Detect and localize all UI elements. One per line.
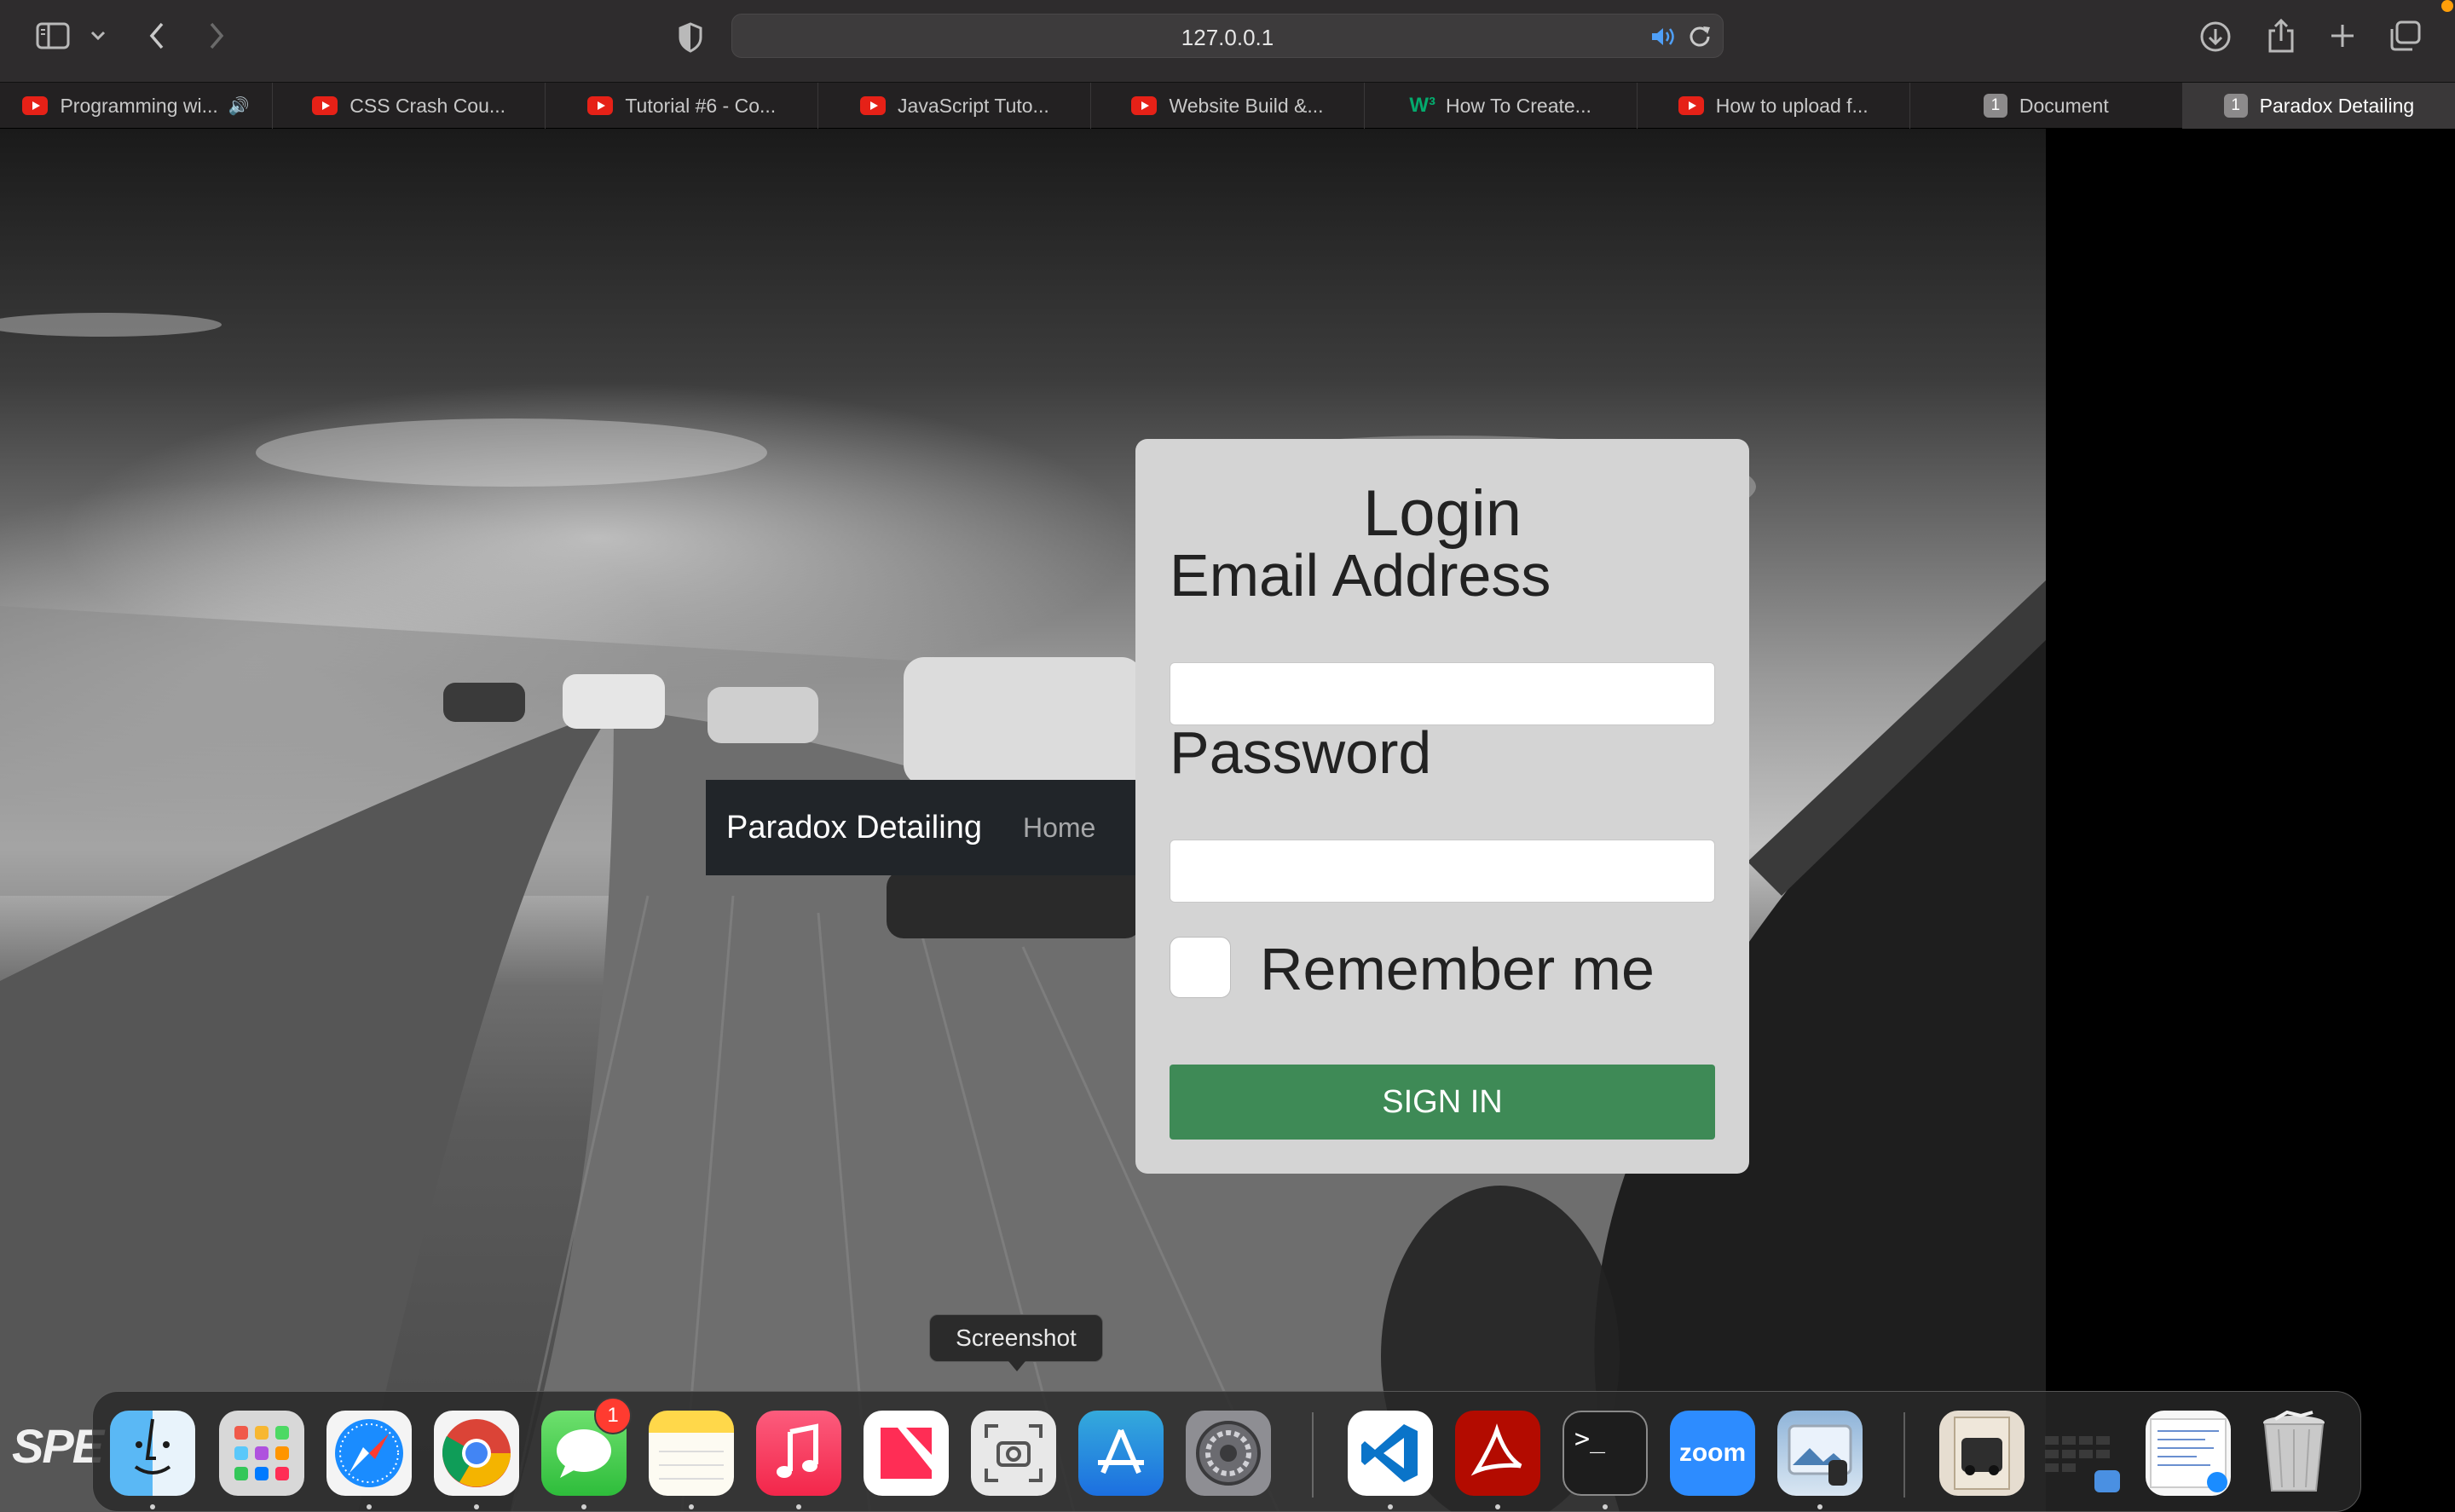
reload-icon[interactable] [1687,23,1713,49]
running-indicator [1817,1504,1822,1509]
launchpad-icon[interactable] [219,1411,304,1496]
terminal-prompt: >_ [1574,1424,1606,1454]
address-bar[interactable]: 127.0.0.1 [731,14,1724,58]
tab-programming[interactable]: Programming wi... 🔊 [0,83,274,129]
tab-label: Document [2019,94,2109,117]
browser-toolbar: 127.0.0.1 [0,0,2455,82]
tab-tutorial-6[interactable]: Tutorial #6 - Co... [546,83,819,129]
chrome-icon[interactable] [434,1411,519,1496]
privacy-shield-icon[interactable] [675,20,706,55]
forward-icon[interactable] [201,17,232,55]
app-store-icon[interactable] [1078,1411,1164,1496]
navbar-brand[interactable]: Paradox Detailing [726,810,982,846]
running-indicator [689,1504,694,1509]
page-number-icon: 1 [1983,94,2007,118]
email-label: Email Address [1170,542,1551,609]
tab-overview-icon[interactable] [2387,19,2423,53]
w3schools-icon: W³ [1409,94,1435,117]
youtube-icon [1678,96,1704,115]
dock-divider [1903,1412,1905,1498]
document-stack-icon[interactable] [2146,1411,2231,1496]
spe-logo: SPE [12,1419,104,1473]
tab-label: Tutorial #6 - Co... [625,94,777,117]
nav-link-home[interactable]: Home [1023,812,1095,844]
youtube-icon [1131,96,1158,115]
share-icon[interactable] [2264,15,2298,55]
youtube-icon [312,96,338,115]
email-field[interactable] [1170,662,1715,725]
running-indicator [150,1504,155,1509]
dock: 1 >_ zoom [92,1391,2361,1512]
vscode-icon[interactable] [1348,1411,1433,1496]
tab-label: How To Create... [1445,94,1591,117]
tab-label: JavaScript Tuto... [898,94,1049,117]
dock-divider [1312,1412,1314,1498]
music-icon[interactable] [756,1411,841,1496]
tab-label: CSS Crash Cou... [349,94,506,117]
password-field[interactable] [1170,840,1715,903]
zoom-label: zoom [1678,1439,1747,1467]
page-number-icon: 1 [2223,94,2248,118]
back-icon[interactable] [142,17,172,55]
tab-how-to-upload[interactable]: How to upload f... [1638,83,1910,129]
acrobat-icon[interactable] [1455,1411,1540,1496]
photo-stack-icon[interactable] [1939,1411,2025,1496]
trash-icon[interactable] [2251,1411,2337,1496]
grid-stack-icon[interactable] [2040,1411,2125,1496]
running-indicator [796,1504,801,1509]
preview-icon[interactable] [1777,1411,1863,1496]
tab-label: Website Build &... [1169,94,1324,117]
system-settings-icon[interactable] [1186,1411,1271,1496]
new-tab-icon[interactable] [2325,19,2360,53]
speaker-icon[interactable] [1649,25,1678,49]
zoom-icon[interactable]: zoom [1670,1411,1755,1496]
sign-in-button[interactable]: SIGN IN [1170,1065,1715,1140]
messages-badge: 1 [594,1397,632,1434]
tab-javascript-tutorial[interactable]: JavaScript Tuto... [818,83,1092,129]
chevron-down-icon[interactable] [87,26,109,46]
safari-icon[interactable] [326,1411,412,1496]
tab-label: Programming wi... [60,94,218,117]
youtube-icon [860,96,887,115]
remember-me-checkbox[interactable] [1170,937,1231,998]
running-indicator [1495,1504,1500,1509]
tab-bar: Programming wi... 🔊 CSS Crash Cou... Tut… [0,82,2455,129]
running-indicator [474,1504,479,1509]
recording-indicator-dot [2441,0,2453,12]
tab-label: How to upload f... [1715,94,1869,117]
url-text: 127.0.0.1 [1181,25,1274,50]
tab-paradox-detailing[interactable]: 1 Paradox Detailing [2182,83,2455,129]
login-title: Login [1363,477,1522,550]
download-icon[interactable] [2198,19,2233,55]
notes-icon[interactable] [649,1411,734,1496]
running-indicator [1388,1504,1393,1509]
running-indicator [367,1504,372,1509]
remember-me-label: Remember me [1260,936,1655,1002]
finder-icon[interactable] [110,1411,195,1496]
running-indicator [581,1504,586,1509]
tab-audio-icon[interactable]: 🔊 [228,95,250,117]
tab-website-build[interactable]: Website Build &... [1091,83,1365,129]
site-navbar: Paradox Detailing Home [706,780,1135,875]
dock-tooltip: Screenshot [929,1314,1103,1371]
tab-css-crash-course[interactable]: CSS Crash Cou... [273,83,546,129]
news-icon[interactable] [864,1411,949,1496]
page-viewport: Paradox Detailing Home Login Email Addre… [0,129,2455,1512]
tab-how-to-create[interactable]: W³ How To Create... [1365,83,1638,129]
terminal-icon[interactable]: >_ [1563,1411,1648,1496]
tab-document[interactable]: 1 Document [1910,83,2183,129]
screenshot-icon[interactable] [971,1411,1056,1496]
login-card: Login Email Address Password Remember me… [1135,439,1749,1174]
password-label: Password [1170,719,1432,786]
youtube-icon [22,96,49,115]
tab-label: Paradox Detailing [2259,94,2415,117]
running-indicator [1603,1504,1608,1509]
youtube-icon [587,96,614,115]
sidebar-toggle-icon[interactable] [34,20,72,51]
